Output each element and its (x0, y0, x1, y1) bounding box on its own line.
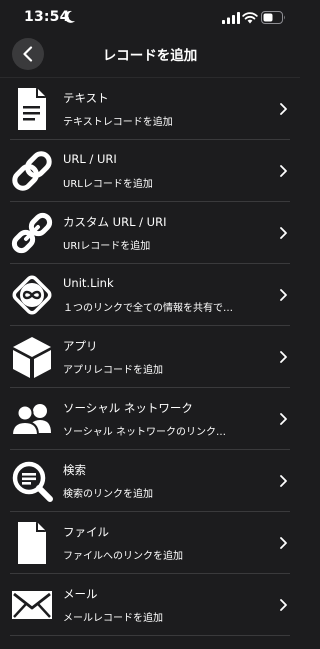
list-item-url[interactable]: URL / URI URLレコードを追加 (0, 140, 300, 202)
people-icon (9, 396, 55, 442)
item-subtitle: ファイルへのリンクを追加 (63, 551, 183, 562)
back-button[interactable] (12, 38, 44, 70)
chevron-right-icon (280, 351, 287, 363)
chevron-right-icon (280, 165, 287, 177)
status-bar: 13:54 (0, 0, 300, 34)
mail-icon (9, 582, 55, 628)
item-subtitle: メールレコードを追加 (63, 613, 163, 624)
list-item-mail[interactable]: メール メールレコードを追加 (0, 574, 300, 636)
status-time: 13:54 (24, 9, 70, 25)
record-type-list: テキスト テキストレコードを追加 URL / URI URLレコードを追加 カス… (0, 78, 300, 636)
item-title: カスタム URL / URI (63, 215, 167, 229)
battery-icon (261, 11, 285, 24)
wifi-icon (242, 12, 258, 24)
list-item-custom-url[interactable]: カスタム URL / URI URIレコードを追加 (0, 202, 300, 264)
item-title: 検索 (63, 463, 86, 477)
item-subtitle: URLレコードを追加 (63, 179, 153, 190)
list-item-search[interactable]: 検索 検索のリンクを追加 (0, 450, 300, 512)
item-subtitle: １つのリンクで全ての情報を共有で… (63, 303, 233, 314)
search-icon (9, 458, 55, 504)
item-subtitle: ソーシャル ネットワークのリンク… (63, 427, 226, 438)
list-item-social-network[interactable]: ソーシャル ネットワーク ソーシャル ネットワークのリンク… (0, 388, 300, 450)
cube-icon (9, 334, 55, 380)
chevron-right-icon (280, 103, 287, 115)
chevron-left-icon (23, 46, 33, 62)
moon-icon (64, 10, 75, 23)
broken-link-icon (9, 210, 55, 256)
infinity-icon (9, 272, 55, 318)
item-title: アプリ (63, 339, 98, 353)
item-subtitle: テキストレコードを追加 (63, 117, 173, 128)
item-title: Unit.Link (63, 276, 114, 290)
item-title: URL / URI (63, 152, 117, 166)
file-icon (9, 520, 55, 566)
page-title: レコードを追加 (102, 48, 198, 64)
chevron-right-icon (280, 289, 287, 301)
item-title: ファイル (63, 525, 109, 539)
list-item-app[interactable]: アプリ アプリレコードを追加 (0, 326, 300, 388)
chevron-right-icon (280, 475, 287, 487)
chevron-right-icon (280, 599, 287, 611)
item-subtitle: 検索のリンクを追加 (63, 489, 153, 500)
signal-icon (222, 12, 240, 24)
chevron-right-icon (280, 537, 287, 549)
item-title: メール (63, 587, 98, 601)
link-icon (9, 148, 55, 194)
item-title: テキスト (63, 91, 109, 105)
chevron-right-icon (280, 227, 287, 239)
nav-bar: レコードを追加 (0, 34, 300, 78)
list-item-text[interactable]: テキスト テキストレコードを追加 (0, 78, 300, 140)
list-item-unit-link[interactable]: Unit.Link １つのリンクで全ての情報を共有で… (0, 264, 300, 326)
document-text-icon (9, 86, 55, 132)
chevron-right-icon (280, 413, 287, 425)
list-item-file[interactable]: ファイル ファイルへのリンクを追加 (0, 512, 300, 574)
item-title: ソーシャル ネットワーク (63, 401, 193, 415)
item-subtitle: URIレコードを追加 (63, 241, 151, 252)
item-subtitle: アプリレコードを追加 (63, 365, 163, 376)
